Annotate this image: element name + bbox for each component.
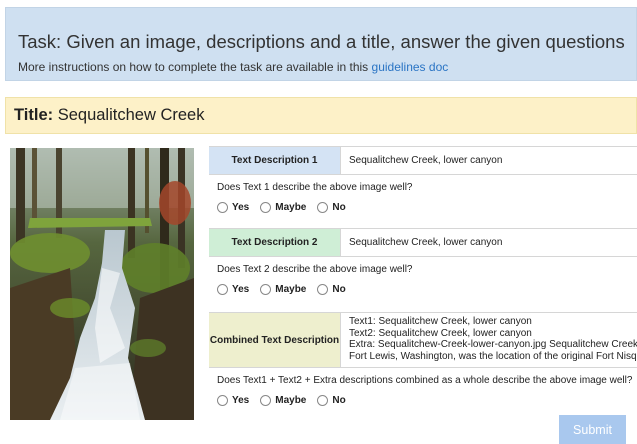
- radio-icon[interactable]: [260, 394, 272, 406]
- text-description-1-block: Text Description 1 Sequalitchew Creek, l…: [209, 146, 637, 217]
- task-title: Task: Given an image, descriptions and a…: [18, 31, 625, 52]
- question-2: Does Text 2 describe the above image wel…: [217, 264, 413, 275]
- radio-icon[interactable]: [217, 201, 228, 213]
- text-description-2-label: Text Description 2: [209, 229, 341, 256]
- combined-extra-line-2: Fort Lewis, Washington, was the location…: [349, 350, 637, 362]
- question-2-options: Yes Maybe No: [209, 279, 637, 299]
- q2-option-no[interactable]: No: [317, 283, 346, 295]
- combined-description-block: Combined Text Description Text1: Sequali…: [209, 312, 637, 410]
- title-bar: Title: Sequalitchew Creek: [5, 97, 637, 134]
- guidelines-link[interactable]: guidelines doc: [372, 60, 449, 74]
- radio-icon[interactable]: [217, 394, 228, 406]
- title-label: Title:: [14, 106, 54, 124]
- option-label: No: [332, 394, 346, 406]
- text-description-2-value: Sequalitchew Creek, lower canyon: [349, 237, 503, 248]
- option-label: Maybe: [275, 283, 307, 295]
- option-label: Yes: [232, 283, 250, 295]
- radio-icon[interactable]: [217, 283, 228, 295]
- combined-description-value: Text1: Sequalitchew Creek, lower canyon …: [341, 313, 637, 367]
- task-instructions: More instructions on how to complete the…: [18, 60, 448, 74]
- q1-option-no[interactable]: No: [317, 201, 346, 213]
- option-label: Yes: [232, 201, 250, 213]
- text-description-1-value: Sequalitchew Creek, lower canyon: [349, 155, 503, 166]
- question-3: Does Text1 + Text2 + Extra descriptions …: [217, 375, 633, 386]
- radio-icon[interactable]: [260, 283, 272, 295]
- q3-option-maybe[interactable]: Maybe: [260, 394, 307, 406]
- title-value: Sequalitchew Creek: [57, 106, 205, 124]
- instructions-text: More instructions on how to complete the…: [18, 60, 372, 74]
- question-3-options: Yes Maybe No: [209, 390, 637, 410]
- radio-icon[interactable]: [260, 201, 272, 213]
- q3-option-yes[interactable]: Yes: [217, 394, 250, 406]
- q2-option-maybe[interactable]: Maybe: [260, 283, 307, 295]
- q3-option-no[interactable]: No: [317, 394, 346, 406]
- option-label: No: [332, 283, 346, 295]
- creek-photo: [10, 148, 194, 420]
- combined-text1: Text1: Sequalitchew Creek, lower canyon: [349, 316, 532, 327]
- option-label: Maybe: [275, 394, 307, 406]
- q1-option-yes[interactable]: Yes: [217, 201, 250, 213]
- combined-extra-line-1: Extra: Sequalitchew-Creek-lower-canyon.j…: [349, 339, 637, 351]
- text-description-1-label: Text Description 1: [209, 147, 341, 174]
- task-banner: Task: Given an image, descriptions and a…: [5, 7, 637, 81]
- radio-icon[interactable]: [317, 394, 329, 406]
- combined-description-label: Combined Text Description: [209, 313, 341, 367]
- option-label: No: [332, 201, 346, 213]
- question-1: Does Text 1 describe the above image wel…: [217, 182, 413, 193]
- option-label: Yes: [232, 394, 250, 406]
- q2-option-yes[interactable]: Yes: [217, 283, 250, 295]
- radio-icon[interactable]: [317, 283, 329, 295]
- text-description-2-block: Text Description 2 Sequalitchew Creek, l…: [209, 228, 637, 299]
- radio-icon[interactable]: [317, 201, 329, 213]
- q1-option-maybe[interactable]: Maybe: [260, 201, 307, 213]
- question-1-options: Yes Maybe No: [209, 197, 637, 217]
- submit-button[interactable]: Submit: [559, 415, 626, 444]
- option-label: Maybe: [275, 201, 307, 213]
- combined-text2: Text2: Sequalitchew Creek, lower canyon: [349, 327, 532, 339]
